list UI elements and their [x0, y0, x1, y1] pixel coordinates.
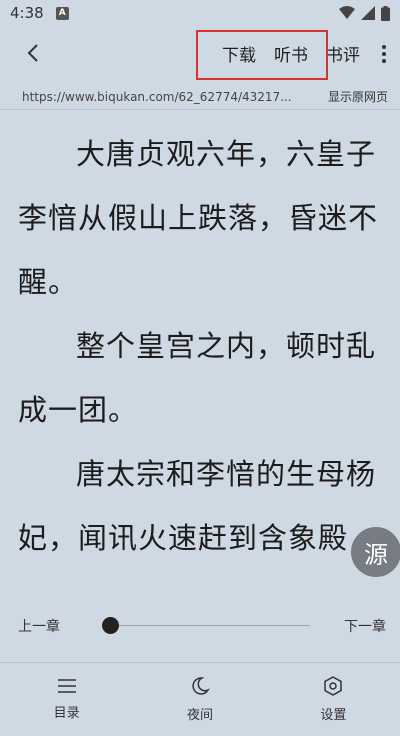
download-button[interactable]: 下载 — [222, 41, 256, 66]
back-arrow-icon — [27, 44, 38, 62]
battery-icon — [381, 5, 390, 21]
back-button[interactable] — [18, 38, 48, 68]
toolbar-actions: 下载 听书 书评 — [222, 26, 360, 80]
bottom-nav: 目录 夜间 设置 — [0, 662, 400, 736]
next-chapter-button[interactable]: 下一章 — [344, 616, 386, 636]
review-button[interactable]: 书评 — [326, 41, 360, 66]
paragraph: 大唐贞观六年，六皇子李愔从假山上跌落，昏迷不醒。 — [18, 137, 379, 299]
nav-item-night[interactable]: 夜间 — [133, 663, 266, 736]
settings-icon — [324, 676, 343, 696]
more-button[interactable] — [374, 40, 394, 68]
notification-icon: A — [55, 6, 69, 20]
chapter-nav: 上一章 下一章 — [0, 606, 400, 646]
nav-item-label: 目录 — [53, 706, 80, 721]
status-time: 4:38 — [10, 4, 44, 22]
paragraph: 整个皇宫之内，顿时乱成一团。 — [18, 329, 377, 427]
prev-chapter-button[interactable]: 上一章 — [18, 616, 60, 636]
source-button[interactable]: 源 — [351, 527, 400, 577]
chapter-progress-thumb[interactable] — [101, 617, 119, 634]
signal-icon — [361, 6, 375, 20]
more-vert-icon — [382, 45, 386, 63]
source-url: https://www.biqukan.com/62_62774/43217..… — [22, 89, 292, 104]
chapter-content: 大唐贞观六年，六皇子李愔从假山上跌落，昏迷不醒。 整个皇宫之内，顿时乱成一团。 … — [18, 122, 390, 570]
url-row: https://www.biqukan.com/62_62774/43217..… — [0, 84, 400, 110]
nav-item-label: 设置 — [320, 708, 347, 723]
paragraph: 唐太宗和李愔的生母杨妃，闻讯火速赶到含象殿 — [18, 457, 377, 555]
reader-toolbar: 下载 听书 书评 — [0, 26, 400, 80]
moon-icon — [192, 677, 210, 695]
nav-item-settings[interactable]: 设置 — [267, 663, 400, 736]
nav-item-catalog[interactable]: 目录 — [0, 663, 133, 736]
wifi-icon — [339, 6, 355, 19]
listen-button[interactable]: 听书 — [274, 41, 308, 66]
status-icons — [339, 5, 390, 21]
menu-icon — [57, 679, 76, 693]
chapter-progress-track[interactable] — [110, 625, 310, 626]
status-bar: 4:38 A — [0, 0, 400, 26]
show-original-button[interactable]: 显示原网页 — [328, 88, 388, 105]
nav-item-label: 夜间 — [186, 708, 213, 723]
